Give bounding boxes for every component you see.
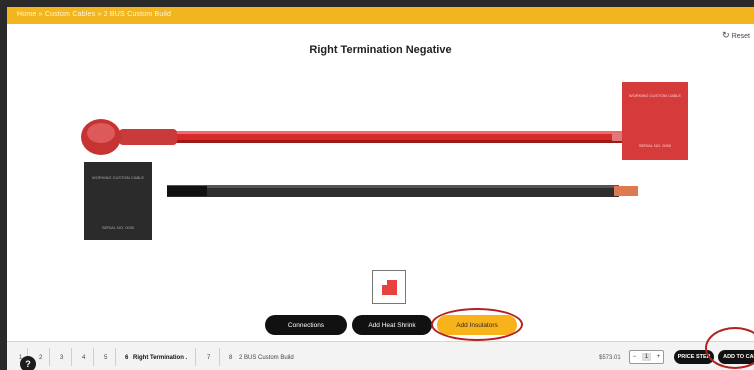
quantity-value[interactable]: 1: [641, 353, 652, 361]
step-5[interactable]: 5: [104, 355, 107, 361]
cable-preview: WORKING CUSTOM CABLE SERIAL NO. 0000 WOR…: [81, 82, 688, 240]
price-total: $573.01: [599, 355, 621, 361]
step-bar: 1 2 3 4 5 6 Right Termination . 7 8 2 BU…: [7, 341, 754, 370]
step-4[interactable]: 4: [82, 355, 85, 361]
step-separator: [195, 348, 196, 366]
quantity-plus-button[interactable]: +: [657, 354, 661, 360]
quantity-minus-button[interactable]: −: [633, 354, 637, 360]
step-separator: [115, 348, 116, 366]
add-heat-shrink-button[interactable]: Add Heat Shrink: [352, 315, 432, 335]
step-6-label[interactable]: Right Termination .: [133, 355, 187, 361]
help-icon[interactable]: ?: [20, 356, 36, 370]
step-8-label[interactable]: 2 BUS Custom Build: [239, 355, 294, 361]
step-3[interactable]: 3: [60, 355, 63, 361]
step-separator: [93, 348, 94, 366]
step-2[interactable]: 2: [39, 355, 42, 361]
quantity-stepper[interactable]: − 1 +: [629, 350, 664, 364]
red-box-top-text: WORKING CUSTOM CABLE: [629, 93, 681, 98]
app-frame: Home » Custom Cables » 2 BUS Custom Buil…: [7, 7, 754, 370]
insulator-swatch[interactable]: [372, 270, 406, 304]
black-box-top-text: WORKING CUSTOM CABLE: [92, 175, 144, 180]
step-8-number[interactable]: 8: [229, 355, 232, 361]
red-cable: [81, 119, 637, 155]
highlight-circle-insulators: [431, 308, 523, 341]
red-box-bottom-text: SERIAL NO. 0000: [639, 143, 672, 148]
red-label-box: WORKING CUSTOM CABLE SERIAL NO. 0000: [622, 82, 688, 160]
connections-button[interactable]: Connections: [265, 315, 347, 335]
step-separator: [71, 348, 72, 366]
black-cable: [167, 185, 638, 197]
step-separator: [49, 348, 50, 366]
step-6-number[interactable]: 6: [125, 355, 128, 361]
step-separator: [219, 348, 220, 366]
step-7[interactable]: 7: [207, 355, 210, 361]
black-box-bottom-text: SERIAL NO. 0000: [102, 225, 135, 230]
black-label-box: WORKING CUSTOM CABLE SERIAL NO. 0000: [84, 162, 152, 240]
swatch-notch: [382, 280, 387, 285]
